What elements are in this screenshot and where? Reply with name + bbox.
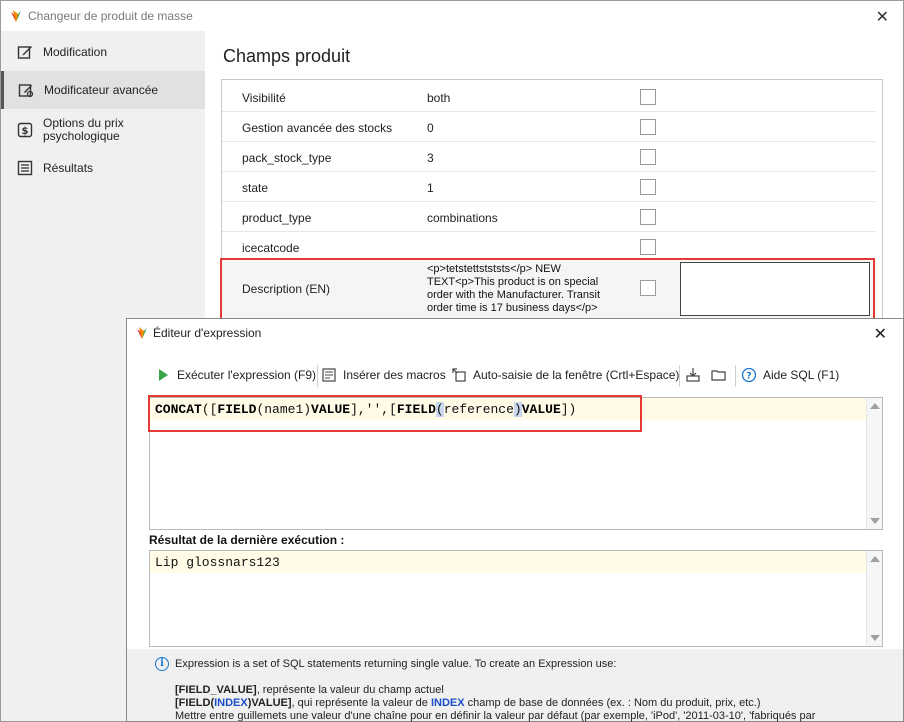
highlight-box: [220, 258, 875, 320]
field-name: icecatcode: [242, 241, 300, 255]
sidebar-item-results[interactable]: Résultats: [1, 149, 205, 187]
sql-help-label: Aide SQL (F1): [763, 368, 840, 382]
help-line-2: [FIELD(INDEX)VALUE], qui représente la v…: [175, 697, 761, 709]
help-token: [FIELD_VALUE]: [175, 684, 257, 696]
app-logo-icon: [11, 10, 21, 22]
scroll-up-icon[interactable]: [870, 403, 880, 409]
price-icon: $: [17, 122, 33, 138]
help-info-area: i Expression is a set of SQL statements …: [127, 649, 903, 722]
svg-text:$: $: [22, 126, 29, 137]
main-window-title: Changeur de produit de masse: [28, 9, 193, 23]
field-checkbox[interactable]: [640, 209, 656, 225]
help-token: , qui représente la valeur de: [291, 697, 431, 709]
editor-scrollbar[interactable]: [866, 398, 882, 529]
current-line: Lip glossnars123: [150, 551, 866, 573]
field-checkbox[interactable]: [640, 119, 656, 135]
scroll-down-icon[interactable]: [870, 635, 880, 641]
toolbar-separator: [735, 365, 736, 387]
help-line-3: Mettre entre guillemets une valeur d'une…: [175, 710, 816, 722]
field-row[interactable]: state 1: [222, 172, 876, 202]
sidebar-item-label: Options du prix psychologique: [43, 116, 124, 143]
help-token: , représente la valeur du champ actuel: [256, 684, 444, 696]
advanced-edit-icon: [18, 84, 34, 98]
results-icon: [17, 160, 33, 176]
svg-text:?: ?: [746, 372, 751, 382]
field-checkbox[interactable]: [640, 149, 656, 165]
help-icon: ?: [741, 367, 757, 383]
main-close-icon[interactable]: ✕: [876, 7, 889, 27]
insert-macros-button[interactable]: Insérer des macros: [321, 367, 446, 383]
field-row[interactable]: Gestion avancée des stocks 0: [222, 112, 876, 142]
sidebar-item-label: Résultats: [43, 160, 94, 175]
expression-editor-dialog: Éditeur d'expression ✕ Exécuter l'expres…: [126, 318, 904, 722]
field-row[interactable]: product_type combinations: [222, 202, 876, 232]
play-icon: [159, 369, 168, 381]
help-token: )VALUE]: [247, 697, 292, 709]
sidebar-item-label: Modification: [43, 44, 108, 59]
dialog-title: Éditeur d'expression: [153, 326, 262, 340]
result-output[interactable]: Lip glossnars123: [149, 550, 883, 647]
autofill-label: Auto-saisie de la fenêtre (Crtl+Espace): [473, 368, 680, 382]
edit-icon: [17, 46, 32, 59]
macro-list-icon: [322, 368, 336, 382]
toolbar-separator: [679, 365, 680, 387]
field-name: product_type: [242, 211, 312, 225]
scroll-down-icon[interactable]: [870, 518, 880, 524]
info-icon: i: [155, 657, 169, 671]
field-value: 3: [427, 151, 434, 165]
highlight-box: [148, 395, 642, 432]
field-name: Gestion avancée des stocks: [242, 121, 393, 135]
sidebar-item-modification[interactable]: Modification: [1, 33, 205, 71]
scroll-up-icon[interactable]: [870, 556, 880, 562]
dialog-close-icon[interactable]: ✕: [874, 324, 887, 344]
autofill-icon: [452, 368, 466, 382]
sidebar-item-label: Modificateur avancée: [44, 82, 159, 97]
app-logo-icon: [137, 327, 147, 339]
main-titlebar: Changeur de produit de masse ✕: [1, 1, 903, 31]
help-token: INDEX: [430, 697, 465, 709]
result-label: Résultat de la dernière exécution :: [149, 533, 345, 547]
field-name: Visibilité: [242, 91, 286, 105]
save-expression-button[interactable]: [685, 367, 707, 383]
autofill-button[interactable]: Auto-saisie de la fenêtre (Crtl+Espace): [451, 367, 679, 383]
sidebar-item-psy-price[interactable]: $ Options du prix psychologique: [1, 111, 205, 149]
field-name: pack_stock_type: [242, 151, 332, 165]
field-checkbox[interactable]: [640, 179, 656, 195]
save-down-icon: [686, 368, 700, 382]
result-text: Lip glossnars123: [155, 555, 280, 570]
help-line-1: [FIELD_VALUE], représente la valeur du c…: [175, 684, 444, 696]
field-name: state: [242, 181, 269, 195]
run-expression-button[interactable]: Exécuter l'expression (F9): [155, 367, 316, 383]
field-row[interactable]: Visibilité both: [222, 82, 876, 112]
sql-help-button[interactable]: ? Aide SQL (F1): [741, 367, 839, 383]
field-value: 1: [427, 181, 434, 195]
expression-toolbar: Exécuter l'expression (F9) Insérer des m…: [149, 363, 889, 391]
field-value: 0: [427, 121, 434, 135]
run-expression-label: Exécuter l'expression (F9): [177, 368, 317, 382]
folder-open-icon: [711, 370, 726, 381]
field-checkbox[interactable]: [640, 89, 656, 105]
open-folder-button[interactable]: [711, 367, 733, 383]
help-token: [FIELD(: [175, 697, 215, 709]
field-value: both: [427, 91, 451, 105]
info-intro: Expression is a set of SQL statements re…: [175, 658, 617, 670]
sidebar-item-advanced[interactable]: Modificateur avancée: [1, 71, 205, 109]
toolbar-separator: [317, 365, 318, 387]
help-token: champ de base de données (ex. : Nom du p…: [464, 697, 761, 709]
result-scrollbar[interactable]: [866, 551, 882, 646]
insert-macros-label: Insérer des macros: [343, 368, 446, 382]
field-checkbox[interactable]: [640, 239, 656, 255]
field-value: combinations: [427, 211, 498, 225]
section-title: Champs produit: [223, 46, 351, 66]
field-row[interactable]: pack_stock_type 3: [222, 142, 876, 172]
help-token: INDEX: [214, 697, 248, 709]
